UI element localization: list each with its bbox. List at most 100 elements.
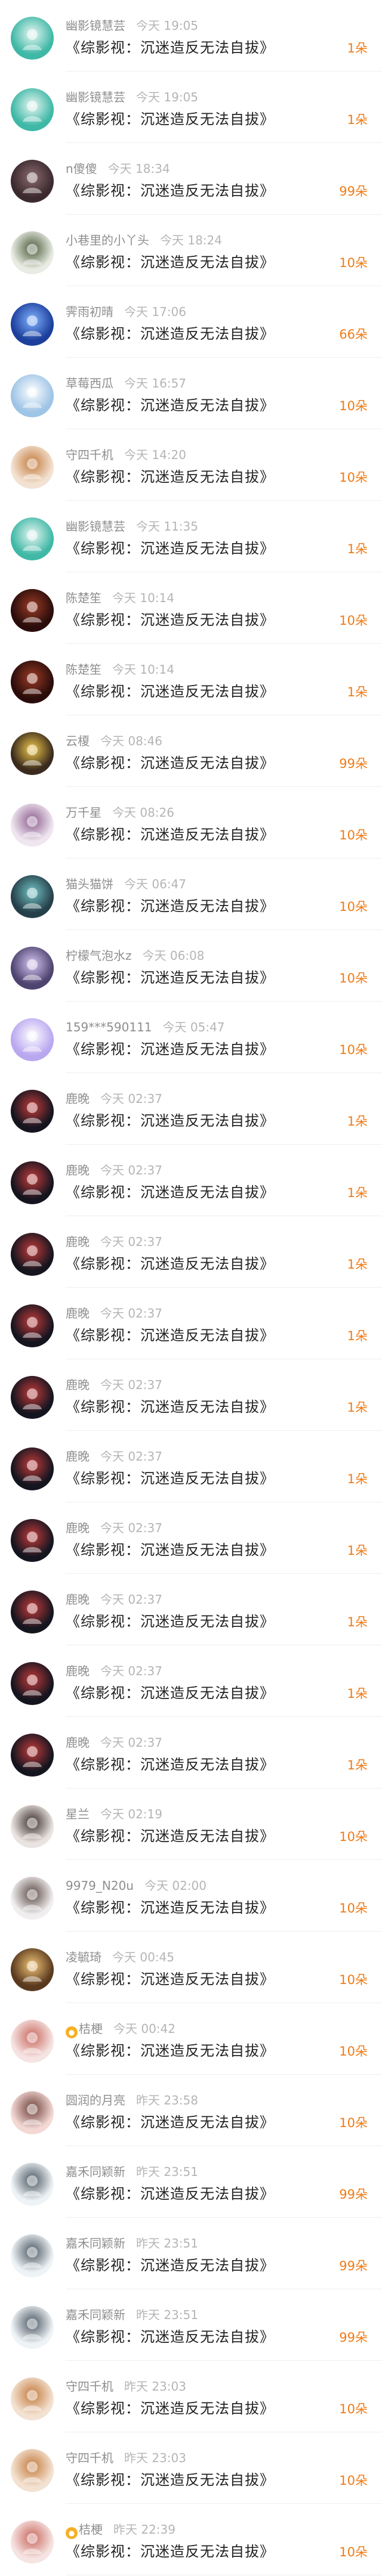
avatar[interactable] [11, 2234, 54, 2277]
user-name[interactable]: 嘉禾同颖新 [66, 2165, 125, 2179]
user-name[interactable]: 守四千机 [66, 2379, 113, 2394]
gift-record-row[interactable]: 鹿晚 今天 02:37 《综影视：沉迷造反无法自拔》 1朵 [0, 1216, 382, 1288]
gift-record-row[interactable]: 星兰 今天 02:19 《综影视：沉迷造反无法自拔》 10朵 [0, 1788, 382, 1860]
avatar[interactable] [11, 947, 54, 990]
user-name[interactable]: 鹿晚 [66, 1521, 90, 1535]
avatar[interactable] [11, 2449, 54, 2492]
user-name[interactable]: 鹿晚 [66, 1235, 90, 1249]
gift-record-row[interactable]: 陈楚笙 今天 10:14 《综影视：沉迷造反无法自拔》 1朵 [0, 644, 382, 715]
avatar[interactable] [11, 1447, 54, 1490]
gift-record-row[interactable]: 圆润的月亮 昨天 23:58 《综影视：沉迷造反无法自拔》 10朵 [0, 2075, 382, 2146]
gift-record-row[interactable]: 嘉禾同颖新 昨天 23:51 《综影视：沉迷造反无法自拔》 99朵 [0, 2218, 382, 2289]
avatar[interactable] [11, 2377, 54, 2420]
user-name[interactable]: 陈楚笙 [66, 662, 101, 677]
avatar[interactable] [11, 2163, 54, 2206]
user-name[interactable]: 万千星 [66, 805, 101, 820]
avatar[interactable] [11, 1734, 54, 1777]
user-name[interactable]: 小巷里的小丫头 [66, 233, 149, 247]
user-name[interactable]: 鹿晚 [66, 1592, 90, 1607]
user-name[interactable]: 鹿晚 [66, 1664, 90, 1678]
gift-record-row[interactable]: 鹿晚 今天 02:37 《综影视：沉迷造反无法自拔》 1朵 [0, 1431, 382, 1502]
gift-record-row[interactable]: 幽影镜慧芸 今天 11:35 《综影视：沉迷造反无法自拔》 1朵 [0, 501, 382, 572]
avatar[interactable] [11, 1304, 54, 1347]
user-name[interactable]: 幽影镜慧芸 [66, 90, 125, 104]
avatar[interactable] [11, 1376, 54, 1419]
user-name[interactable]: 鹿晚 [66, 1378, 90, 1392]
gift-record-row[interactable]: 陈楚笙 今天 10:14 《综影视：沉迷造反无法自拔》 10朵 [0, 572, 382, 644]
user-name[interactable]: 幽影镜慧芸 [66, 519, 125, 534]
user-name[interactable]: 云榎 [66, 734, 90, 748]
gift-record-row[interactable]: 猫头猫饼 今天 06:47 《综影视：沉迷造反无法自拔》 10朵 [0, 858, 382, 930]
user-name[interactable]: 幽影镜慧芸 [66, 18, 125, 33]
avatar[interactable] [11, 804, 54, 847]
avatar[interactable] [11, 1018, 54, 1061]
gift-record-row[interactable]: 守四千机 昨天 23:03 《综影视：沉迷造反无法自拔》 10朵 [0, 2361, 382, 2432]
avatar[interactable] [11, 661, 54, 703]
user-name[interactable]: 嘉禾同颖新 [66, 2236, 125, 2250]
user-name[interactable]: 鹿晚 [66, 1163, 90, 1177]
avatar[interactable] [11, 231, 54, 274]
avatar[interactable] [11, 1519, 54, 1562]
user-name[interactable]: 草莓西瓜 [66, 376, 113, 390]
user-name[interactable]: 猫头猫饼 [66, 877, 113, 891]
user-name[interactable]: n傻傻 [66, 162, 97, 176]
gift-record-row[interactable]: 鹿晚 今天 02:37 《综影视：沉迷造反无法自拔》 1朵 [0, 1288, 382, 1359]
user-name[interactable]: 鹿晚 [66, 1449, 90, 1464]
avatar[interactable] [11, 446, 54, 489]
user-name[interactable]: 桔梗 [79, 2022, 103, 2036]
avatar[interactable] [11, 1805, 54, 1848]
gift-record-row[interactable]: 守四千机 昨天 23:03 《综影视：沉迷造反无法自拔》 10朵 [0, 2432, 382, 2504]
avatar[interactable] [11, 875, 54, 918]
avatar[interactable] [11, 374, 54, 417]
gift-record-row[interactable]: 万千星 今天 08:26 《综影视：沉迷造反无法自拔》 10朵 [0, 787, 382, 858]
avatar[interactable] [11, 2306, 54, 2349]
avatar[interactable] [11, 1161, 54, 1204]
avatar[interactable] [11, 1877, 54, 1920]
avatar[interactable] [11, 1591, 54, 1633]
gift-record-row[interactable]: 小巷里的小丫头 今天 18:24 《综影视：沉迷造反无法自拔》 10朵 [0, 215, 382, 286]
user-name[interactable]: 圆润的月亮 [66, 2093, 125, 2107]
user-name[interactable]: 凌毓琦 [66, 1950, 101, 1964]
avatar[interactable] [11, 160, 54, 203]
avatar[interactable] [11, 2020, 54, 2063]
user-name[interactable]: 159***590111 [66, 1020, 152, 1034]
user-name[interactable]: 霁雨初晴 [66, 305, 113, 319]
gift-record-row[interactable]: 幽影镜慧芸 今天 19:05 《综影视：沉迷造反无法自拔》 1朵 [0, 0, 382, 72]
avatar[interactable] [11, 1948, 54, 1991]
user-name[interactable]: 鹿晚 [66, 1735, 90, 1750]
gift-record-row[interactable]: 鹿晚 今天 02:37 《综影视：沉迷造反无法自拔》 1朵 [0, 1145, 382, 1216]
avatar[interactable] [11, 88, 54, 131]
gift-record-row[interactable]: 云榎 今天 08:46 《综影视：沉迷造反无法自拔》 99朵 [0, 715, 382, 787]
avatar[interactable] [11, 1662, 54, 1705]
gift-record-row[interactable]: n傻傻 今天 18:34 《综影视：沉迷造反无法自拔》 99朵 [0, 143, 382, 215]
gift-record-row[interactable]: 霁雨初晴 今天 17:06 《综影视：沉迷造反无法自拔》 66朵 [0, 286, 382, 358]
gift-record-row[interactable]: 鹿晚 今天 02:37 《综影视：沉迷造反无法自拔》 1朵 [0, 1717, 382, 1788]
gift-record-row[interactable]: 草莓西瓜 今天 16:57 《综影视：沉迷造反无法自拔》 10朵 [0, 358, 382, 429]
gift-record-row[interactable]: 幽影镜慧芸 今天 19:05 《综影视：沉迷造反无法自拔》 1朵 [0, 72, 382, 143]
avatar[interactable] [11, 303, 54, 346]
gift-record-row[interactable]: 9979_N20u 今天 02:00 《综影视：沉迷造反无法自拔》 10朵 [0, 1860, 382, 1932]
user-name[interactable]: 陈楚笙 [66, 591, 101, 605]
avatar[interactable] [11, 1090, 54, 1133]
user-name[interactable]: 柠檬气泡水z [66, 948, 132, 963]
user-name[interactable]: 星兰 [66, 1807, 90, 1821]
avatar[interactable] [11, 517, 54, 560]
user-name[interactable]: 守四千机 [66, 2451, 113, 2465]
gift-record-row[interactable]: 鹿晚 今天 02:37 《综影视：沉迷造反无法自拔》 1朵 [0, 1645, 382, 1717]
user-name[interactable]: 守四千机 [66, 448, 113, 462]
gift-record-row[interactable]: 鹿晚 今天 02:37 《综影视：沉迷造反无法自拔》 1朵 [0, 1359, 382, 1431]
gift-record-row[interactable]: ● 桔梗 今天 00:42 《综影视：沉迷造反无法自拔》 10朵 [0, 2003, 382, 2075]
gift-record-row[interactable]: 嘉禾同颖新 昨天 23:51 《综影视：沉迷造反无法自拔》 99朵 [0, 2146, 382, 2218]
gift-record-row[interactable]: 鹿晚 今天 02:37 《综影视：沉迷造反无法自拔》 1朵 [0, 1574, 382, 1645]
gift-record-row[interactable]: 守四千机 今天 14:20 《综影视：沉迷造反无法自拔》 10朵 [0, 429, 382, 501]
gift-record-row[interactable]: 凌毓琦 今天 00:45 《综影视：沉迷造反无法自拔》 10朵 [0, 1932, 382, 2003]
user-name[interactable]: 桔梗 [79, 2522, 103, 2537]
avatar[interactable] [11, 1233, 54, 1276]
avatar[interactable] [11, 2521, 54, 2563]
avatar[interactable] [11, 589, 54, 632]
user-name[interactable]: 鹿晚 [66, 1092, 90, 1106]
gift-record-row[interactable]: 鹿晚 今天 02:37 《综影视：沉迷造反无法自拔》 1朵 [0, 1502, 382, 1574]
user-name[interactable]: 9979_N20u [66, 1878, 134, 1893]
gift-record-row[interactable]: 159***590111 今天 05:47 《综影视：沉迷造反无法自拔》 10朵 [0, 1002, 382, 1073]
avatar[interactable] [11, 2091, 54, 2134]
